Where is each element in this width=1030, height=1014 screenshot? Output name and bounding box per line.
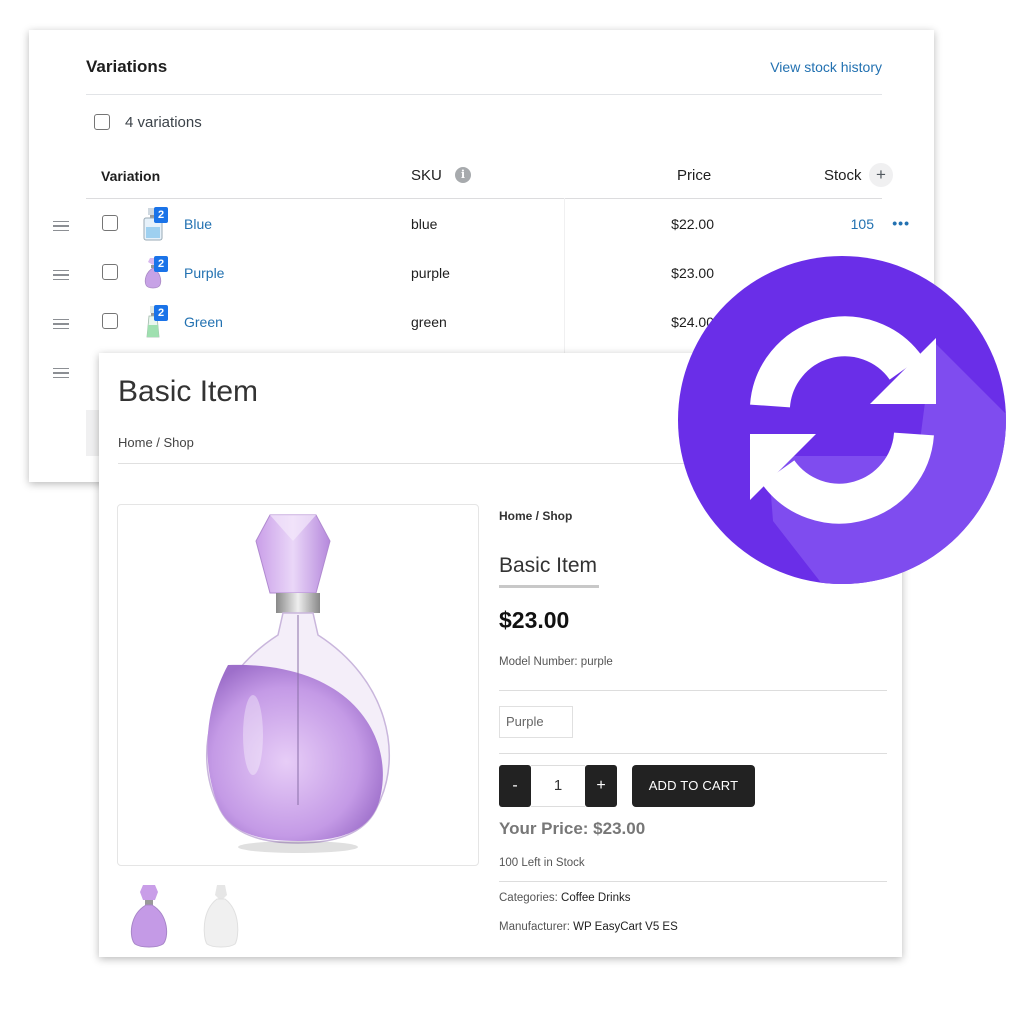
categories-meta: Categories: Coffee Drinks [499, 892, 630, 904]
categories-link[interactable]: Coffee Drinks [561, 892, 630, 904]
variations-title: Variations [86, 57, 168, 76]
variation-sku: blue [411, 216, 438, 232]
quantity-decrease-button[interactable]: - [499, 765, 531, 807]
variation-sku: green [411, 314, 447, 330]
manufacturer-link[interactable]: WP EasyCart V5 ES [573, 921, 678, 933]
more-options-icon[interactable]: ••• [892, 215, 910, 231]
column-header-variation: Variation [101, 168, 161, 184]
row-checkbox[interactable] [102, 313, 118, 329]
your-price: Your Price: $23.00 [499, 819, 646, 838]
column-header-sku: SKU [411, 167, 442, 184]
variation-sku: purple [411, 265, 450, 281]
product-main-image[interactable] [117, 504, 479, 866]
variant-select[interactable]: Purple [499, 706, 573, 738]
thumbnail-white[interactable] [201, 883, 241, 949]
drag-handle-icon[interactable] [53, 368, 69, 378]
divider [499, 881, 887, 882]
image-count-badge: 2 [154, 207, 168, 223]
variation-name-link[interactable]: Purple [184, 265, 224, 281]
image-count-badge: 2 [154, 256, 168, 272]
thumbnail-purple[interactable] [129, 883, 169, 949]
hidden-button [86, 410, 100, 456]
add-column-button[interactable]: + [869, 163, 893, 187]
quantity-increase-button[interactable]: + [585, 765, 617, 807]
variations-count: 4 variations [125, 114, 202, 131]
divider [499, 690, 887, 691]
select-all-checkbox[interactable] [94, 114, 110, 130]
product-price: $23.00 [499, 607, 570, 633]
drag-handle-icon[interactable] [53, 221, 69, 231]
variation-price: $22.00 [671, 216, 714, 232]
stock-status: 100 Left in Stock [499, 857, 585, 869]
breadcrumb[interactable]: Home / Shop [499, 509, 572, 523]
variation-name-link[interactable]: Blue [184, 216, 212, 232]
sync-icon [678, 256, 1006, 584]
divider [86, 94, 882, 95]
column-header-price: Price [677, 167, 712, 184]
column-header-stock: Stock [824, 167, 862, 184]
table-row: 2 Blue blue $22.00 105 ••• [29, 199, 934, 248]
row-checkbox[interactable] [102, 264, 118, 280]
product-name: Basic Item [499, 554, 598, 577]
manufacturer-label: Manufacturer: [499, 921, 574, 933]
manufacturer-meta: Manufacturer: WP EasyCart V5 ES [499, 921, 678, 933]
view-stock-history-link[interactable]: View stock history [770, 59, 882, 75]
perfume-bottle-image [206, 514, 390, 853]
model-number: Model Number: purple [499, 656, 613, 668]
title-underline [499, 585, 599, 588]
row-checkbox[interactable] [102, 215, 118, 231]
image-count-badge: 2 [154, 305, 168, 321]
variation-stock-link[interactable]: 105 [851, 216, 874, 232]
breadcrumb[interactable]: Home / Shop [118, 435, 194, 450]
quantity-input[interactable]: 1 [531, 765, 585, 807]
drag-handle-icon[interactable] [53, 319, 69, 329]
divider [499, 753, 887, 754]
info-icon[interactable]: i [455, 167, 471, 183]
page-title: Basic Item [118, 375, 259, 408]
variation-name-link[interactable]: Green [184, 314, 223, 330]
add-to-cart-button[interactable]: ADD TO CART [632, 765, 755, 807]
categories-label: Categories: [499, 892, 562, 904]
drag-handle-icon[interactable] [53, 270, 69, 280]
